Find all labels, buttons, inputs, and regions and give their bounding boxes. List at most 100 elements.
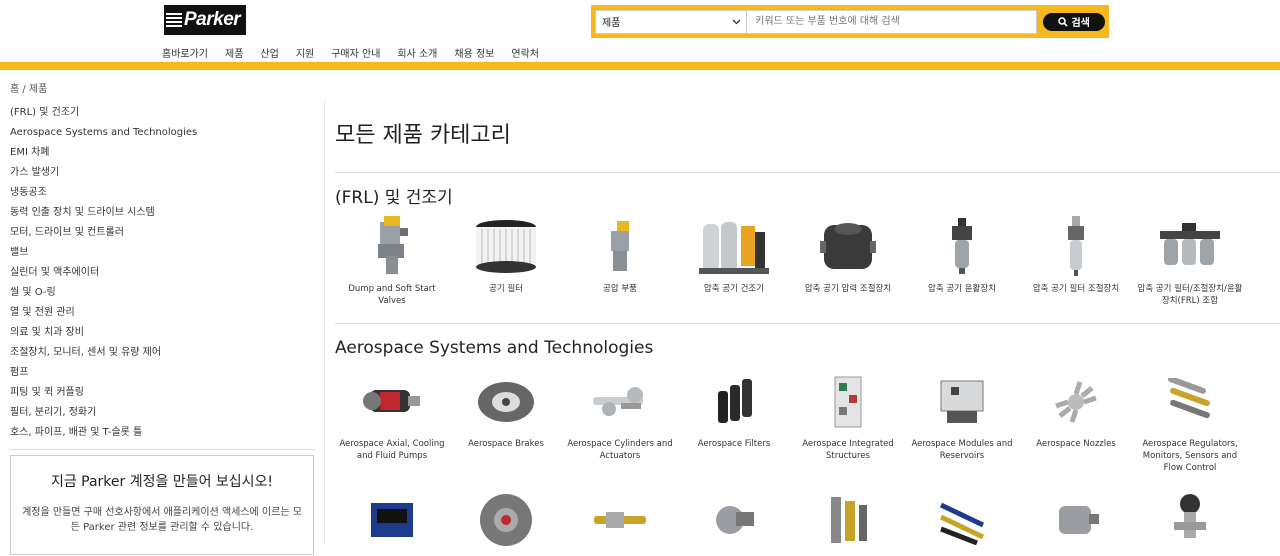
product-label: Aerospace Modules and Reservoirs: [911, 439, 1013, 461]
nav-support[interactable]: 지원: [296, 45, 314, 60]
product-label: Aerospace Integrated Structures: [802, 439, 894, 461]
product-label: 압축 공기 윤활장치: [928, 284, 996, 294]
product-label: 압축 공기 필터 조절장치: [1032, 284, 1120, 294]
chevron-down-icon: [732, 19, 741, 24]
product-card[interactable]: [677, 488, 791, 556]
sidebar-item[interactable]: 밸브: [10, 243, 315, 263]
sidebar-item[interactable]: 의료 및 치과 장비: [10, 323, 315, 343]
product-card[interactable]: Aerospace Regulators, Monitors, Sensors …: [1133, 370, 1247, 474]
search-button[interactable]: 검색: [1043, 12, 1105, 31]
sidebar-item[interactable]: 펌프: [10, 363, 315, 383]
product-card[interactable]: 공기 필터: [449, 215, 563, 307]
product-card[interactable]: Aerospace Modules and Reservoirs: [905, 370, 1019, 474]
nav-about[interactable]: 회사 소개: [397, 45, 437, 60]
product-card[interactable]: Aerospace Axial, Cooling and Fluid Pumps: [335, 370, 449, 474]
product-card[interactable]: [449, 488, 563, 556]
filter-icon: [476, 220, 536, 273]
sensor-icon: [1168, 378, 1210, 419]
structure-icon: [834, 376, 862, 428]
search-icon: [1058, 16, 1069, 27]
product-card[interactable]: Aerospace Integrated Structures: [791, 370, 905, 474]
product-card[interactable]: 공압 부품: [563, 215, 677, 307]
product-card[interactable]: [335, 488, 449, 556]
product-grid-aerospace: Aerospace Axial, Cooling and Fluid Pumps…: [335, 370, 1280, 474]
section-divider: [335, 172, 1280, 173]
regulator-icon: [820, 223, 876, 269]
nav-contact[interactable]: 연락처: [511, 45, 539, 60]
sidebar-item[interactable]: Aerospace Systems and Technologies: [10, 123, 315, 143]
search-button-label: 검색: [1071, 18, 1090, 29]
product-label: Aerospace Regulators, Monitors, Sensors …: [1142, 439, 1238, 473]
nav-buyer-guide[interactable]: 구매자 안내: [331, 45, 380, 60]
hose-icon: [939, 502, 985, 545]
product-grid-frl: Dump and Soft Start Valves 공기 필터 공압 부품 압…: [335, 215, 1280, 307]
header-accent-bar: [0, 62, 1280, 70]
search-category-select[interactable]: 제품: [595, 9, 748, 34]
product-label: Aerospace Cylinders and Actuators: [567, 439, 673, 461]
product-card[interactable]: [1133, 488, 1247, 556]
search-bar: 제품 검색: [591, 5, 1109, 38]
product-card[interactable]: [791, 488, 905, 556]
column-divider: [324, 101, 325, 542]
site-header: Parker 홈바로가기 제품 산업 지원 구매자 안내 회사 소개 채용 정보…: [0, 0, 1280, 62]
sidebar-item[interactable]: 모터, 드라이브 및 컨트롤러: [10, 223, 315, 243]
housing-icon: [1059, 506, 1099, 534]
sidebar-item[interactable]: 조절장치, 모니터, 센서 및 유량 제어: [10, 343, 315, 363]
breadcrumb[interactable]: 홈 / 제품: [10, 80, 47, 95]
sidebar-item[interactable]: 필터, 분리기, 정화기: [10, 403, 315, 423]
sidebar-item[interactable]: 씰 및 O-링: [10, 283, 315, 303]
product-label: Aerospace Nozzles: [1036, 439, 1116, 449]
control-unit-icon: [371, 503, 413, 537]
product-card[interactable]: [905, 488, 1019, 556]
product-card[interactable]: [1019, 488, 1133, 556]
sidebar-item[interactable]: 동력 인출 장치 및 드라이브 시스템: [10, 203, 315, 223]
nav-industries[interactable]: 산업: [260, 45, 278, 60]
product-card[interactable]: 압축 공기 필터/조절장치/윤활장치(FRL) 조합: [1133, 215, 1247, 307]
sidebar-item[interactable]: 피팅 및 퀵 커플링: [10, 383, 315, 403]
sidebar-item[interactable]: 가스 발생기: [10, 163, 315, 183]
frl-icon: [1160, 223, 1220, 265]
wheel-icon: [480, 494, 532, 546]
product-label: 공압 부품: [603, 284, 637, 294]
sidebar-item[interactable]: EMI 차폐: [10, 143, 315, 163]
product-card[interactable]: Aerospace Filters: [677, 370, 791, 474]
valve-icon: [378, 216, 408, 274]
product-label: 압축 공기 압력 조절장치: [804, 284, 892, 294]
product-card[interactable]: Aerospace Nozzles: [1019, 370, 1133, 474]
section-title-frl[interactable]: (FRL) 및 건조기: [335, 183, 1280, 209]
dryer-icon: [699, 222, 769, 274]
product-label: 공기 필터: [489, 284, 523, 294]
valve-assembly-icon: [716, 506, 754, 534]
product-card[interactable]: 압축 공기 윤활장치: [905, 215, 1019, 307]
sidebar-item[interactable]: 열 및 전원 관리: [10, 303, 315, 323]
create-account-box: 지금 Parker 계정을 만들어 보십시오! 계정을 만들면 구매 선호사항에…: [10, 455, 314, 555]
search-category-value: 제품: [602, 18, 621, 29]
product-card[interactable]: Aerospace Cylinders and Actuators: [563, 370, 677, 474]
sidebar-item[interactable]: (FRL) 및 건조기: [10, 103, 315, 123]
sidebar-divider: [10, 449, 315, 450]
section-divider: [335, 323, 1280, 324]
filter-regulator-icon: [1068, 216, 1084, 276]
nozzle-icon: [1055, 381, 1097, 423]
product-card[interactable]: 압축 공기 건조기: [677, 215, 791, 307]
product-card[interactable]: 압축 공기 압력 조절장치: [791, 215, 905, 307]
product-card[interactable]: [563, 488, 677, 556]
sidebar-item[interactable]: 실린더 및 액추에이터: [10, 263, 315, 283]
product-card[interactable]: 압축 공기 필터 조절장치: [1019, 215, 1133, 307]
parker-logo[interactable]: Parker: [164, 5, 246, 35]
product-card[interactable]: Aerospace Brakes: [449, 370, 563, 474]
pump-icon: [363, 390, 420, 412]
product-card[interactable]: Dump and Soft Start Valves: [335, 215, 449, 307]
page-title: 모든 제품 카테고리: [335, 123, 511, 148]
nav-products[interactable]: 제품: [225, 45, 243, 60]
gauge-valve-icon: [1174, 494, 1206, 538]
section-title-aerospace[interactable]: Aerospace Systems and Technologies: [335, 338, 1280, 364]
sidebar-item[interactable]: 호스, 파이프, 배관 및 T-슬롯 틀: [10, 423, 315, 443]
search-input[interactable]: [747, 9, 1038, 34]
sidebar-item[interactable]: 냉동공조: [10, 183, 315, 203]
nav-careers[interactable]: 채용 정보: [454, 45, 494, 60]
nav-home[interactable]: 홈바로가기: [162, 45, 208, 60]
product-label: Aerospace Axial, Cooling and Fluid Pumps: [339, 439, 445, 461]
product-label: 압축 공기 필터/조절장치/윤활장치(FRL) 조합: [1137, 284, 1243, 306]
logo-text: Parker: [184, 9, 241, 30]
